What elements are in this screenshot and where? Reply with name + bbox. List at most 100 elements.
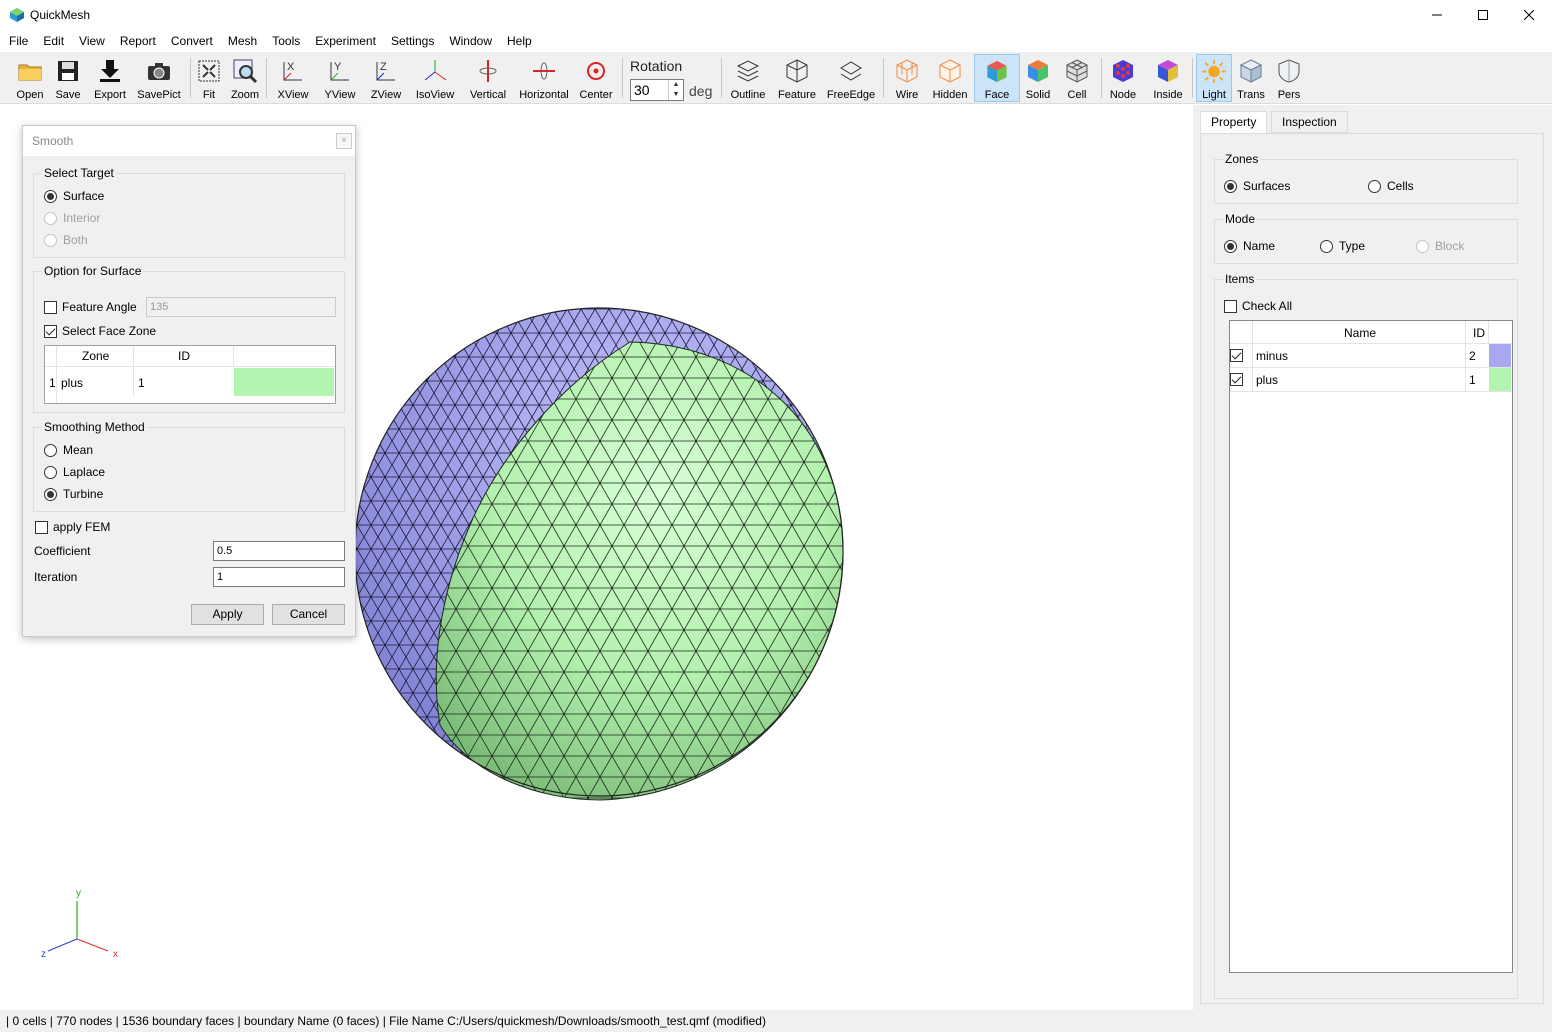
menu-report[interactable]: Report	[120, 34, 156, 48]
tab-inspection[interactable]: Inspection	[1271, 111, 1348, 133]
y-axis-view-icon: Y	[330, 61, 349, 81]
cell-button[interactable]: Cell	[1060, 54, 1094, 102]
item-id-cell: 1	[1469, 373, 1476, 387]
light-button[interactable]: Light	[1196, 54, 1232, 102]
radio-indicator	[1224, 179, 1237, 193]
radio-label: Surface	[63, 189, 105, 203]
horizontal-rotate-button[interactable]: Horizontal	[516, 54, 572, 102]
menu-settings[interactable]: Settings	[391, 34, 434, 48]
menu-convert[interactable]: Convert	[171, 34, 213, 48]
checkbox-box	[35, 520, 48, 534]
radio-cells[interactable]: Cells	[1368, 179, 1414, 193]
menu-window[interactable]: Window	[449, 34, 492, 48]
toolbar-separator	[1101, 58, 1102, 98]
feature-angle-input[interactable]: 135	[146, 297, 336, 317]
quickmesh-window: QuickMesh File Edit View Report Convert …	[0, 0, 1552, 1032]
coefficient-input[interactable]: 0.5	[213, 541, 345, 561]
toolbar-separator	[266, 58, 267, 98]
toolbar-separator	[1192, 58, 1193, 98]
items-table[interactable]: Name ID minus 2 plus 1	[1229, 320, 1513, 973]
trans-button[interactable]: Trans	[1234, 54, 1268, 102]
solid-button[interactable]: Solid	[1022, 54, 1054, 102]
radio-both[interactable]: Both	[44, 233, 88, 247]
checkbox-box	[44, 300, 57, 314]
menu-edit[interactable]: Edit	[43, 34, 64, 48]
cell-grid-cube-icon	[1066, 59, 1088, 83]
radio-turbine[interactable]: Turbine	[44, 487, 103, 501]
menu-view[interactable]: View	[79, 34, 105, 48]
table-row[interactable]: minus 2	[1230, 344, 1512, 368]
floppy-disk-icon	[58, 61, 78, 81]
menu-file[interactable]: File	[9, 34, 28, 48]
row-checkbox[interactable]	[1230, 349, 1248, 362]
table-row[interactable]: 1 plus 1	[45, 367, 335, 397]
mode-group: Mode Name Type Block	[1214, 212, 1518, 264]
face-button[interactable]: Face	[974, 54, 1020, 102]
close-button[interactable]	[1506, 0, 1552, 30]
savepict-button[interactable]: SavePict	[134, 54, 184, 102]
radio-surface[interactable]: Surface	[44, 189, 104, 203]
inside-button[interactable]: Inside	[1149, 54, 1187, 102]
node-button[interactable]: Node	[1105, 54, 1141, 102]
check-all-checkbox[interactable]: Check All	[1224, 299, 1292, 313]
menu-help[interactable]: Help	[507, 34, 532, 48]
rotation-spinner[interactable]: ▲ ▼	[668, 80, 683, 100]
save-button[interactable]: Save	[50, 54, 86, 102]
column-header-id: ID	[1473, 326, 1485, 340]
fit-button[interactable]: Fit	[194, 54, 224, 102]
radio-mean[interactable]: Mean	[44, 443, 93, 457]
menu-bar: File Edit View Report Convert Mesh Tools…	[0, 30, 1552, 52]
radio-name[interactable]: Name	[1224, 239, 1275, 253]
cancel-button[interactable]: Cancel	[272, 604, 345, 625]
open-button[interactable]: Open	[11, 54, 49, 102]
radio-surfaces[interactable]: Surfaces	[1224, 179, 1290, 193]
feature-angle-checkbox[interactable]: Feature Angle	[44, 300, 137, 314]
face-zone-table[interactable]: Zone ID 1 plus 1	[44, 345, 336, 404]
free-edge-icon	[840, 61, 862, 81]
iteration-input[interactable]: 1	[213, 567, 345, 587]
isometric-axes-icon	[424, 60, 447, 81]
maximize-button[interactable]	[1460, 0, 1506, 30]
isoview-button[interactable]: IsoView	[412, 54, 458, 102]
wire-button[interactable]: Wire	[890, 54, 924, 102]
radio-indicator	[1368, 179, 1381, 193]
row-checkbox[interactable]	[1230, 373, 1248, 386]
center-button[interactable]: Center	[576, 54, 616, 102]
freeedge-button[interactable]: FreeEdge	[825, 54, 877, 102]
dialog-title-bar: Smooth	[23, 126, 355, 156]
select-face-zone-checkbox[interactable]: Select Face Zone	[44, 324, 156, 338]
status-text: | 0 cells | 770 nodes | 1536 boundary fa…	[6, 1014, 766, 1028]
yview-button[interactable]: Y YView	[319, 54, 361, 102]
menu-experiment[interactable]: Experiment	[315, 34, 376, 48]
hidden-button[interactable]: Hidden	[930, 54, 970, 102]
table-row[interactable]: plus 1	[1230, 368, 1512, 392]
inside-view-icon	[1158, 60, 1178, 82]
outline-button[interactable]: Outline	[727, 54, 769, 102]
radio-label: Block	[1435, 239, 1465, 253]
radio-interior[interactable]: Interior	[44, 211, 100, 225]
menu-tools[interactable]: Tools	[272, 34, 300, 48]
xview-button[interactable]: X XView	[273, 54, 313, 102]
menu-mesh[interactable]: Mesh	[228, 34, 257, 48]
tab-property[interactable]: Property	[1200, 111, 1268, 133]
pers-button[interactable]: Pers	[1272, 54, 1306, 102]
zones-group: Zones Surfaces Cells	[1214, 152, 1518, 204]
vertical-rotate-button[interactable]: Vertical	[465, 54, 511, 102]
zview-button[interactable]: Z ZView	[366, 54, 406, 102]
apply-fem-checkbox[interactable]: apply FEM	[35, 520, 110, 534]
radio-laplace[interactable]: Laplace	[44, 465, 105, 479]
maximize-icon	[1478, 10, 1488, 20]
radio-block[interactable]: Block	[1416, 239, 1464, 253]
radio-type[interactable]: Type	[1320, 239, 1365, 253]
export-button[interactable]: Export	[88, 54, 132, 102]
minimize-button[interactable]	[1414, 0, 1460, 30]
feature-button[interactable]: Feature	[774, 54, 820, 102]
apply-button[interactable]: Apply	[191, 604, 264, 625]
iteration-label: Iteration	[34, 570, 78, 584]
svg-text:Z: Z	[380, 61, 387, 73]
column-header-zone: Zone	[82, 349, 110, 363]
zoom-button[interactable]: Zoom	[228, 54, 262, 102]
dialog-close-button[interactable]: ×	[336, 133, 352, 149]
column-header-name: Name	[1344, 326, 1377, 340]
radio-indicator	[1320, 239, 1333, 253]
